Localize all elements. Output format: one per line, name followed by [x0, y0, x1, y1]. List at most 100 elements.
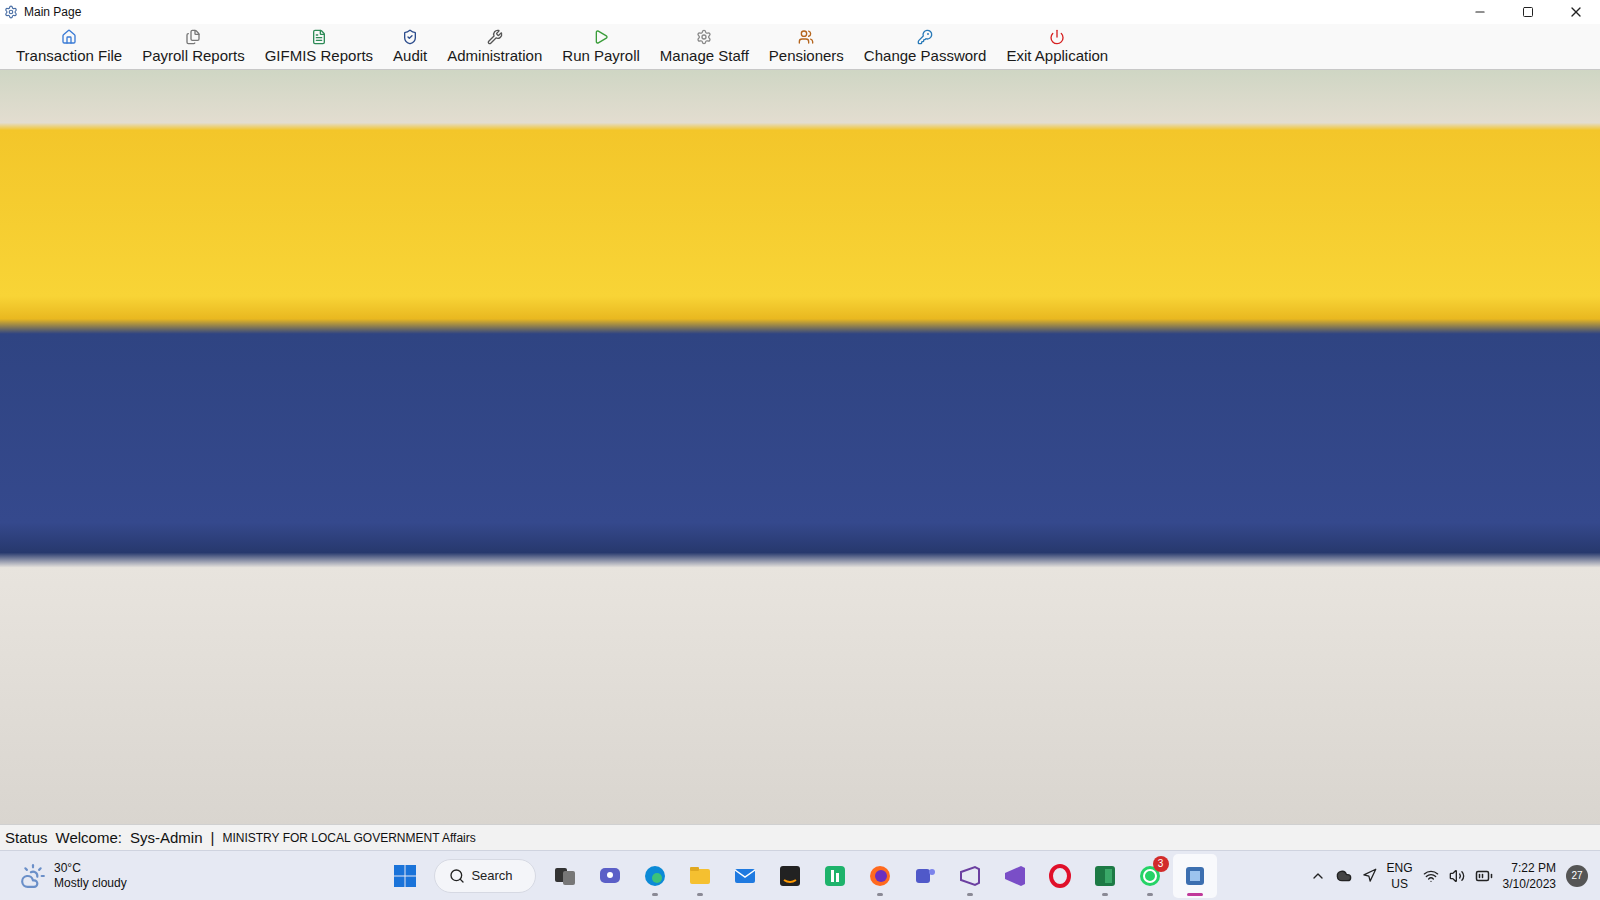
toolbar-item[interactable]: Pensioners: [759, 24, 854, 69]
toolbar-label: Transaction File: [16, 47, 122, 64]
toolbar-item[interactable]: GIFMIS Reports: [255, 24, 383, 69]
vs-purple-icon: [1002, 863, 1028, 889]
search-box[interactable]: Search: [434, 859, 535, 893]
toolbar-item[interactable]: Audit: [383, 24, 437, 69]
location-icon[interactable]: [1362, 868, 1377, 883]
toolbar-label: Manage Staff: [660, 47, 749, 64]
audit-icon: [402, 29, 418, 45]
close-icon: [1568, 4, 1584, 20]
taskbar-app[interactable]: [813, 854, 857, 898]
taskbar-app[interactable]: [588, 854, 632, 898]
payroll-app-icon: [1182, 863, 1208, 889]
speaker-icon[interactable]: [1449, 868, 1465, 884]
app-badge: 3: [1153, 856, 1169, 872]
toolbar-item[interactable]: Transaction File: [6, 24, 132, 69]
running-indicator: [967, 893, 973, 896]
start-button[interactable]: [383, 854, 427, 898]
home-icon: [61, 29, 77, 45]
amazon-icon: [777, 863, 803, 889]
taskbar-app[interactable]: 3: [1128, 854, 1172, 898]
time: 7:22 PM: [1511, 860, 1556, 876]
windows-logo-icon: [393, 864, 417, 888]
window-title: Main Page: [24, 5, 1456, 19]
toolbar-item[interactable]: Exit Application: [996, 24, 1118, 69]
minimize-icon: [1473, 5, 1487, 19]
taskbar-app[interactable]: [858, 854, 902, 898]
search-label: Search: [471, 868, 512, 883]
minimize-button[interactable]: [1456, 0, 1504, 24]
taskbar-app[interactable]: [678, 854, 722, 898]
taskbar-app[interactable]: [633, 854, 677, 898]
edge-icon: [642, 863, 668, 889]
weather-widget[interactable]: 30°CMostly cloudy: [8, 861, 383, 891]
mail-icon: [732, 863, 758, 889]
taskbar-app[interactable]: [768, 854, 812, 898]
teams-icon: [912, 863, 938, 889]
taskbar-app[interactable]: [903, 854, 947, 898]
weather-condition: Mostly cloudy: [54, 876, 127, 891]
taskbar-app[interactable]: [948, 854, 992, 898]
chevron-up-icon[interactable]: [1310, 868, 1326, 884]
gear-icon: [696, 29, 712, 45]
running-indicator: [1102, 893, 1108, 896]
tools-icon: [487, 29, 503, 45]
taskbar-app[interactable]: [723, 854, 767, 898]
main-toolbar: Transaction File Payroll Reports GIFMIS Re…: [0, 24, 1600, 70]
user-name: Sys-Admin: [130, 829, 203, 846]
firefox-icon: [867, 863, 893, 889]
visual-studio-icon: [957, 863, 983, 889]
document-icon: [311, 29, 327, 45]
language: ENG: [1387, 860, 1413, 876]
taskbar-app[interactable]: [543, 854, 587, 898]
notification-badge[interactable]: 27: [1566, 865, 1588, 887]
maximize-button[interactable]: [1504, 0, 1552, 24]
region: US: [1391, 876, 1408, 892]
toolbar-label: Change Password: [864, 47, 987, 64]
close-button[interactable]: [1552, 0, 1600, 24]
chat-icon: [597, 863, 623, 889]
toolbar-item[interactable]: Run Payroll: [552, 24, 650, 69]
language-indicator[interactable]: ENGUS: [1387, 860, 1413, 892]
running-indicator: [697, 893, 703, 896]
wifi-icon[interactable]: [1423, 868, 1439, 884]
system-tray: ENGUS 7:22 PM3/10/2023 27: [1217, 860, 1592, 892]
taskbar-app[interactable]: [1038, 854, 1082, 898]
taskbar-app[interactable]: [993, 854, 1037, 898]
toolbar-label: Run Payroll: [562, 47, 640, 64]
running-indicator: [877, 893, 883, 896]
search-icon: [449, 868, 465, 884]
toolbar-item[interactable]: Administration: [437, 24, 552, 69]
opera-icon: [1047, 863, 1073, 889]
toolbar-label: Administration: [447, 47, 542, 64]
taskbar: 30°CMostly cloudy Search 3 ENGUS 7:22 PM3/10…: [0, 850, 1600, 900]
green-app-icon: [822, 863, 848, 889]
toolbar-item[interactable]: Manage Staff: [650, 24, 759, 69]
clock[interactable]: 7:22 PM3/10/2023: [1503, 860, 1556, 892]
explorer-icon: [687, 863, 713, 889]
power-icon: [1049, 29, 1065, 45]
welcome-label: Welcome:: [56, 829, 122, 846]
status-label: Status: [5, 829, 48, 846]
cloud-sun-icon: [20, 863, 46, 889]
app-icon: [4, 5, 18, 19]
run-icon: [593, 29, 609, 45]
onedrive-icon[interactable]: [1336, 868, 1352, 884]
pension-icon: [798, 29, 814, 45]
toolbar-item[interactable]: Change Password: [854, 24, 997, 69]
taskbar-app[interactable]: [1083, 854, 1127, 898]
taskbar-app[interactable]: [1173, 854, 1217, 898]
taskbar-apps: Search 3: [383, 854, 1216, 898]
battery-icon[interactable]: [1475, 867, 1493, 885]
date: 3/10/2023: [1503, 876, 1556, 892]
toolbar-label: Exit Application: [1006, 47, 1108, 64]
toolbar-item[interactable]: Payroll Reports: [132, 24, 255, 69]
user-icon: [917, 29, 933, 45]
reports-icon: [185, 29, 201, 45]
task-view-icon: [552, 863, 578, 889]
running-indicator: [1187, 893, 1203, 896]
running-indicator: [1147, 893, 1153, 896]
toolbar-label: GIFMIS Reports: [265, 47, 373, 64]
payroll-screen: Main Page Transaction File Payroll Reports…: [0, 0, 1600, 900]
toolbar-label: Audit: [393, 47, 427, 64]
toolbar-label: Payroll Reports: [142, 47, 245, 64]
